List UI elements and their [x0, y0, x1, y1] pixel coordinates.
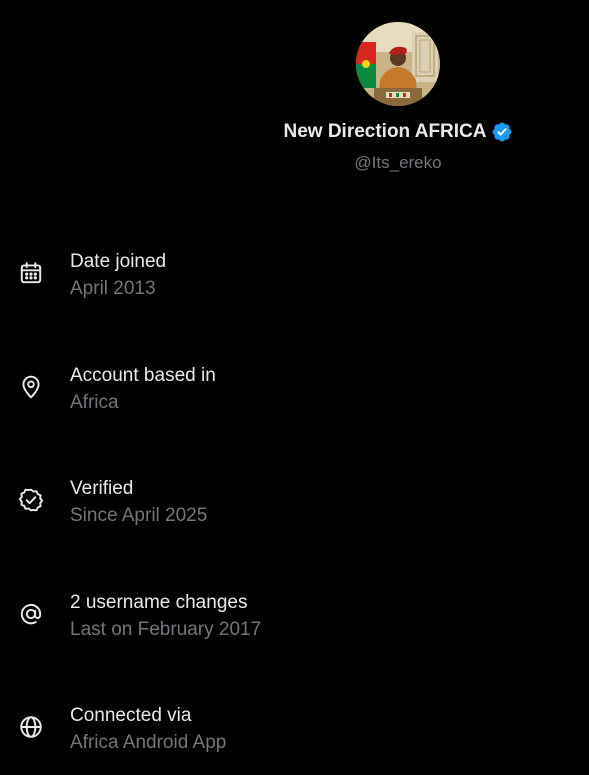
info-item-username-changes: 2 username changes Last on February 2017: [0, 591, 589, 651]
info-item-account-based-in: Account based in Africa: [0, 364, 589, 424]
verified-seal-icon: [16, 485, 46, 515]
avatar-image: [356, 22, 440, 106]
info-title: Account based in: [70, 365, 216, 386]
location-pin-icon: [16, 372, 46, 402]
globe-icon: [16, 712, 46, 742]
handle-row: @Its_ereko: [0, 153, 589, 173]
info-item-connected-via: Connected via Africa Android App: [0, 704, 589, 764]
info-item-verified: Verified Since April 2025: [0, 477, 589, 537]
info-subtitle: April 2013: [70, 278, 156, 299]
info-title: Date joined: [70, 251, 167, 272]
info-subtitle: Africa: [70, 392, 119, 413]
display-name-row: New Direction AFRICA: [0, 121, 589, 143]
display-name: New Direction AFRICA: [283, 121, 487, 142]
avatar[interactable]: [356, 22, 440, 106]
info-subtitle: Africa Android App: [70, 732, 227, 753]
calendar-icon: [16, 258, 46, 288]
info-subtitle: Since April 2025: [70, 505, 208, 526]
info-title: Verified: [70, 478, 134, 499]
verified-badge-icon[interactable]: [491, 121, 513, 143]
info-title: 2 username changes: [70, 592, 248, 613]
username-handle: @Its_ereko: [354, 153, 442, 172]
info-subtitle: Last on February 2017: [70, 619, 262, 640]
info-item-date-joined: Date joined April 2013: [0, 250, 589, 310]
at-sign-icon: [16, 599, 46, 629]
info-title: Connected via: [70, 705, 192, 726]
